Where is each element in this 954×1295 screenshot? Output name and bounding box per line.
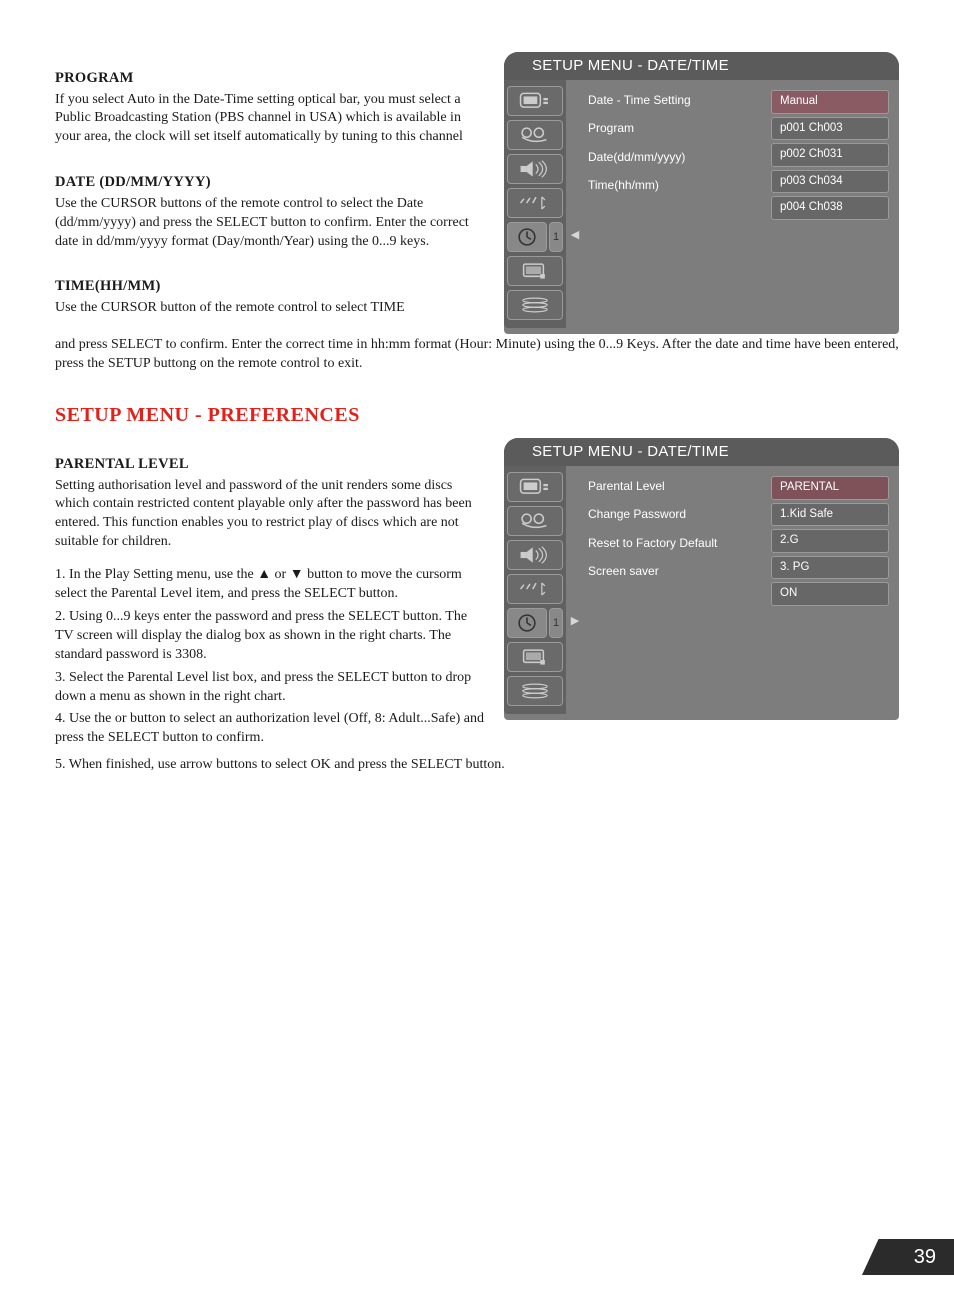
menu-item[interactable]: Reset to Factory Default	[588, 535, 755, 551]
menu-item[interactable]: Change Password	[588, 506, 755, 522]
time-body-1: Use the CURSOR button of the remote cont…	[55, 299, 484, 318]
panel-sidebar: 1	[504, 80, 566, 328]
menu-item[interactable]: Time(hh/mm)	[588, 177, 755, 193]
option-item[interactable]: p004 Ch038	[771, 196, 889, 220]
sidebar-waves-icon[interactable]	[507, 188, 563, 218]
parental-step-2: 2. Using 0...9 keys enter the password a…	[55, 608, 484, 665]
program-body: If you select Auto in the Date-Time sett…	[55, 91, 484, 148]
option-item[interactable]: Manual	[771, 90, 889, 114]
option-item[interactable]: 2.G	[771, 529, 889, 553]
menu-item[interactable]: Parental Level	[588, 478, 755, 494]
time-heading: TIME(HH/MM)	[55, 277, 484, 297]
menu-item[interactable]: Program	[588, 120, 755, 136]
sidebar-reel-icon[interactable]	[507, 120, 563, 150]
sidebar-tv-icon[interactable]	[507, 86, 563, 116]
sidebar-lines-icon[interactable]	[507, 676, 563, 706]
sidebar-clock-index: 1	[549, 608, 563, 638]
sidebar-clock-row[interactable]: 1	[507, 608, 563, 638]
option-item[interactable]: p003 Ch034	[771, 170, 889, 194]
panel-option-list: PARENTAL 1.Kid Safe 2.G 3. PG ON	[771, 476, 889, 606]
option-item[interactable]: 3. PG	[771, 556, 889, 580]
page-number: 39	[914, 1244, 936, 1271]
sidebar-clock-row[interactable]: 1	[507, 222, 563, 252]
sidebar-clock-index: 1	[549, 222, 563, 252]
panel-title: SETUP MENU - DATE/TIME	[504, 438, 899, 466]
option-item[interactable]: ON	[771, 582, 889, 606]
menu-item[interactable]: Date - Time Setting	[588, 92, 755, 108]
option-item[interactable]: 1.Kid Safe	[771, 503, 889, 527]
time-body-2: and press SELECT to confirm. Enter the c…	[55, 336, 899, 374]
arrow-left-icon: ◀	[571, 228, 579, 243]
parental-step-1: 1. In the Play Setting menu, use the ▲ o…	[55, 566, 484, 604]
sidebar-clock-icon[interactable]	[507, 222, 547, 252]
sidebar-clock-icon[interactable]	[507, 608, 547, 638]
arrow-right-icon: ▶	[571, 614, 579, 629]
parental-body: Setting authorisation level and password…	[55, 477, 484, 553]
menu-item[interactable]: Date(dd/mm/yyyy)	[588, 149, 755, 165]
sidebar-tv-icon[interactable]	[507, 472, 563, 502]
option-item[interactable]: p001 Ch003	[771, 117, 889, 141]
page-number-flag: 39	[862, 1239, 954, 1275]
panel-menu-list: Date - Time Setting Program Date(dd/mm/y…	[588, 90, 755, 220]
panel-menu-list: Parental Level Change Password Reset to …	[588, 476, 755, 606]
date-heading: DATE (DD/MM/YYYY)	[55, 173, 484, 193]
parental-step-3: 3. Select the Parental Level list box, a…	[55, 669, 484, 707]
preferences-heading: SETUP MENU - PREFERENCES	[55, 402, 899, 429]
parental-heading: PARENTAL LEVEL	[55, 455, 484, 475]
sidebar-reel-icon[interactable]	[507, 506, 563, 536]
panel-sidebar: 1	[504, 466, 566, 714]
panel-option-list: Manual p001 Ch003 p002 Ch031 p003 Ch034 …	[771, 90, 889, 220]
sidebar-speaker-icon[interactable]	[507, 154, 563, 184]
parental-step-5: 5. When finished, use arrow buttons to s…	[55, 756, 899, 775]
sidebar-lines-icon[interactable]	[507, 290, 563, 320]
program-heading: PROGRAM	[55, 69, 484, 89]
date-body: Use the CURSOR buttons of the remote con…	[55, 195, 484, 252]
parental-step-4: 4. Use the or button to select an author…	[55, 710, 484, 748]
option-header: PARENTAL	[771, 476, 889, 500]
panel-title: SETUP MENU - DATE/TIME	[504, 52, 899, 80]
sidebar-monitor-icon[interactable]	[507, 256, 563, 286]
setup-menu-panel-datetime: SETUP MENU - DATE/TIME	[504, 52, 899, 334]
sidebar-monitor-icon[interactable]	[507, 642, 563, 672]
menu-item[interactable]: Screen saver	[588, 563, 755, 579]
sidebar-waves-icon[interactable]	[507, 574, 563, 604]
sidebar-speaker-icon[interactable]	[507, 540, 563, 570]
option-item[interactable]: p002 Ch031	[771, 143, 889, 167]
setup-menu-panel-preferences: SETUP MENU - DATE/TIME	[504, 438, 899, 720]
